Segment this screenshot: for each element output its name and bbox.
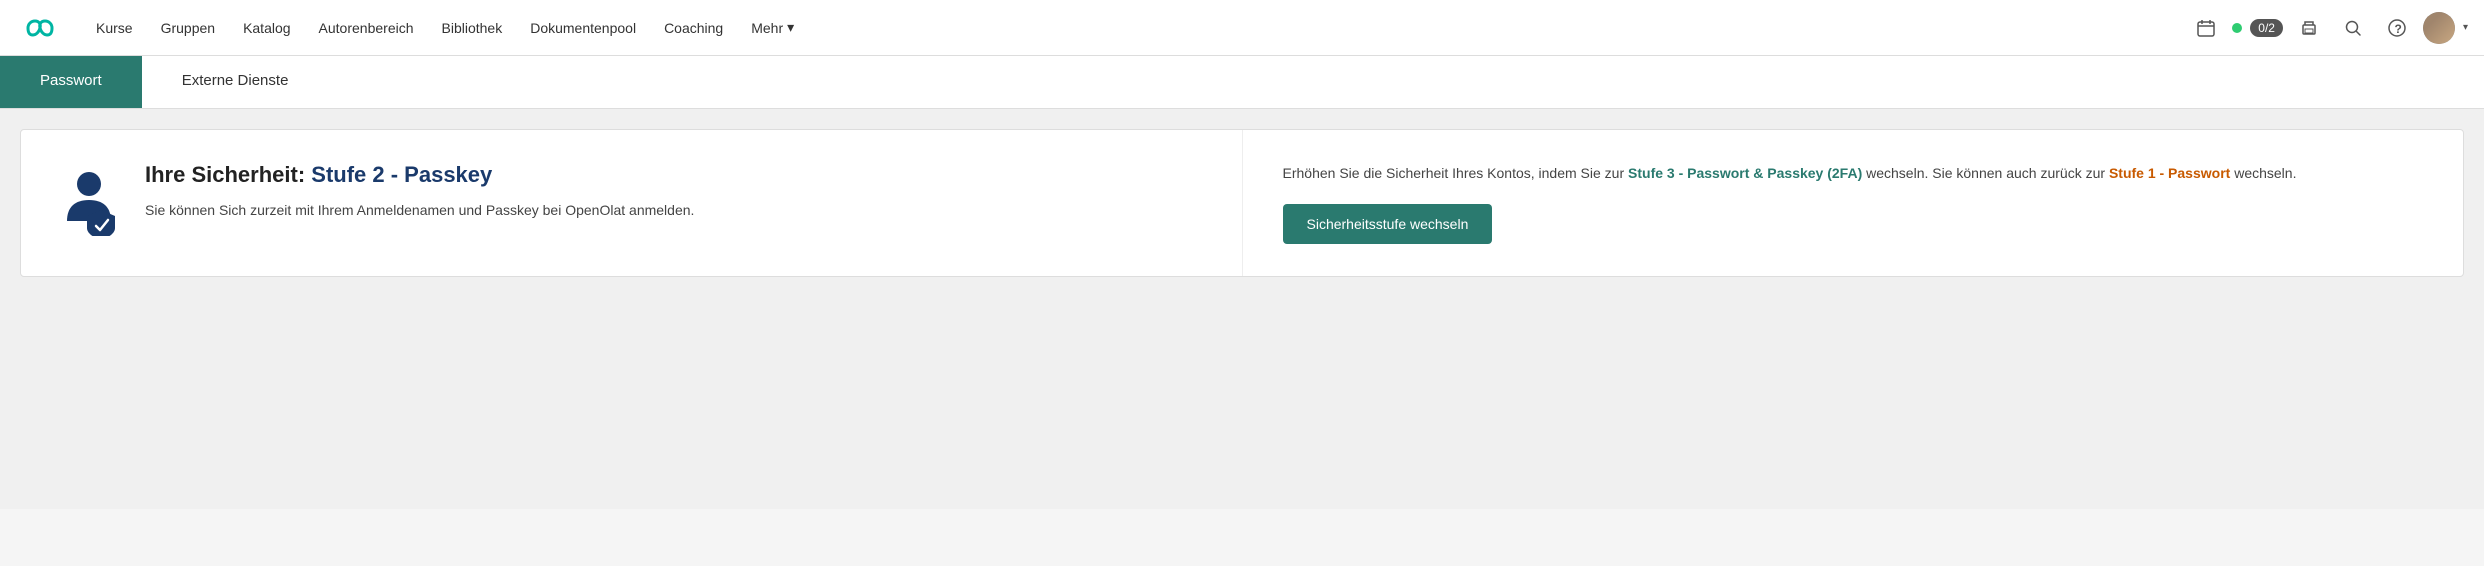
calendar-icon-button[interactable] [2188,10,2224,46]
navbar: Kurse Gruppen Katalog Autorenbereich Bib… [0,0,2484,56]
nav-kurse[interactable]: Kurse [84,12,145,44]
security-icon [61,166,121,239]
nav-katalog[interactable]: Katalog [231,12,302,44]
avatar[interactable] [2423,12,2455,44]
security-left: Ihre Sicherheit: Stufe 2 - Passkey Sie k… [21,130,1243,276]
logo[interactable] [16,14,64,42]
tabs-bar: Passwort Externe Dienste [0,56,2484,109]
security-title: Ihre Sicherheit: Stufe 2 - Passkey [145,162,694,188]
status-dot [2232,23,2242,33]
nav-bibliothek[interactable]: Bibliothek [430,12,515,44]
help-icon-button[interactable]: ? [2379,10,2415,46]
navbar-right: 0/2 ? ▾ [2188,10,2468,46]
svg-text:?: ? [2394,22,2401,36]
avatar-dropdown-caret[interactable]: ▾ [2463,22,2468,33]
print-icon-button[interactable] [2291,10,2327,46]
chevron-down-icon: ▾ [787,19,794,36]
tab-passwort[interactable]: Passwort [0,56,142,108]
tab-externe-dienste[interactable]: Externe Dienste [142,56,329,108]
security-description: Sie können Sich zurzeit mit Ihrem Anmeld… [145,200,694,221]
search-icon-button[interactable] [2335,10,2371,46]
main-content: Ihre Sicherheit: Stufe 2 - Passkey Sie k… [0,109,2484,509]
nav-autorenbereich[interactable]: Autorenbereich [307,12,426,44]
security-card: Ihre Sicherheit: Stufe 2 - Passkey Sie k… [20,129,2464,277]
nav-coaching[interactable]: Coaching [652,12,735,44]
counter-badge[interactable]: 0/2 [2250,19,2283,37]
security-upgrade-text: Erhöhen Sie die Sicherheit Ihres Kontos,… [1283,162,2424,184]
security-right: Erhöhen Sie die Sicherheit Ihres Kontos,… [1243,130,2464,276]
nav-mehr[interactable]: Mehr ▾ [739,11,806,44]
nav-gruppen[interactable]: Gruppen [149,12,227,44]
change-security-level-button[interactable]: Sicherheitsstufe wechseln [1283,204,1493,244]
nav-dokumentenpool[interactable]: Dokumentenpool [518,12,648,44]
security-text: Ihre Sicherheit: Stufe 2 - Passkey Sie k… [145,162,694,221]
navbar-links: Kurse Gruppen Katalog Autorenbereich Bib… [84,11,2188,44]
